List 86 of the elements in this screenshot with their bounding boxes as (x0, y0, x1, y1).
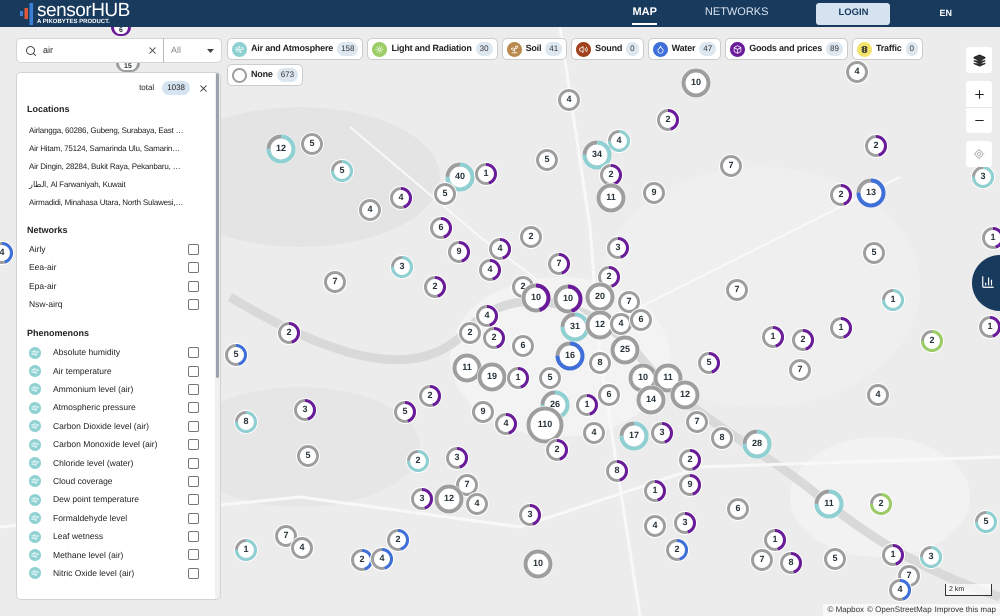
wind-icon (29, 512, 41, 524)
layers-icon (972, 54, 986, 66)
network-label: Airly (28, 242, 46, 256)
category-chip[interactable]: Sound 0 (571, 38, 644, 60)
phenomenon-label: Leaf wetness (53, 530, 104, 543)
caret-icon (207, 48, 214, 52)
phenomenon-label: Formaldehyde level (53, 512, 128, 525)
checkbox[interactable] (188, 512, 199, 524)
wind-icon (29, 365, 41, 378)
checkbox[interactable] (188, 476, 199, 487)
wind-icon (29, 530, 41, 543)
phenomenon-label: Carbon Dioxide level (air) (53, 420, 150, 433)
login-button[interactable]: LOGIN (816, 2, 890, 24)
location-item[interactable]: Air Hitam, 75124, Samarinda Ulu, Samarin… (27, 140, 209, 158)
checkbox[interactable] (188, 531, 199, 542)
checkbox[interactable] (188, 347, 199, 358)
category-chip[interactable]: Water 47 (648, 38, 722, 60)
category-chip[interactable]: Light and Radiation 30 (367, 38, 498, 60)
checkbox[interactable] (188, 494, 199, 506)
wind-icon (29, 438, 41, 451)
nav-link[interactable]: MAP (632, 2, 657, 25)
checkbox[interactable] (188, 299, 199, 310)
phenomenon-label: Methane level (air) (53, 548, 124, 562)
wind-icon (29, 402, 41, 414)
wind-icon (29, 567, 41, 580)
checkbox[interactable] (188, 384, 199, 395)
wind-icon (29, 475, 41, 488)
logo-text: sensorHUB (37, 2, 130, 18)
checkbox[interactable] (188, 458, 199, 469)
attribution-link[interactable]: © OpenStreetMap (867, 604, 932, 616)
location-item[interactable]: Airmadidi, Minahasa Utara, North Sulawesi,… (27, 194, 209, 212)
checkbox[interactable] (188, 262, 199, 274)
logo-icon (20, 2, 34, 24)
locate-icon (973, 148, 985, 160)
phenomenon-label: Cloud coverage (53, 475, 114, 488)
total-label: total (139, 82, 154, 94)
section-heading: Locations (27, 103, 71, 116)
phenomenon-label: Chloride level (water) (53, 456, 134, 470)
wind-icon (29, 457, 41, 470)
location-item[interactable]: الطار, Al Farwaniyah, Kuwait (27, 176, 209, 194)
phenomenon-label: Carbon Monoxide level (air) (53, 438, 158, 452)
total-count: 1038 (162, 81, 190, 95)
wind-icon (29, 346, 41, 359)
nav-link[interactable]: NETWORKS (704, 2, 768, 25)
wind-icon (29, 383, 41, 396)
plus-icon (972, 88, 986, 100)
category-chip[interactable]: Air and Atmosphere 158 (227, 38, 364, 60)
close-icon[interactable] (198, 82, 209, 94)
clear-icon[interactable] (147, 45, 158, 56)
section-heading: Phenomenons (27, 327, 90, 340)
network-label: Nsw-airq (28, 298, 63, 312)
bar-chart-icon (981, 275, 995, 289)
phenomenon-label: Dew point temperature (53, 493, 140, 506)
checkbox[interactable] (188, 439, 199, 450)
phenomenon-label: Nitric Oxide level (air) (53, 567, 136, 580)
wind-icon (29, 494, 41, 506)
attribution-link[interactable]: Improve this map (934, 604, 996, 616)
network-label: Eea-air (28, 261, 56, 274)
phenomenon-label: Atmospheric pressure (53, 401, 137, 414)
checkbox[interactable] (188, 568, 199, 579)
scrollbar-thumb[interactable] (216, 73, 219, 378)
location-item[interactable]: Airlangga, 60286, Gubeng, Surabaya, East … (27, 122, 209, 140)
scope-select[interactable]: All (164, 39, 221, 62)
phenomenon-label: Absolute humidity (53, 346, 122, 360)
checkbox[interactable] (188, 420, 199, 432)
layers-button[interactable] (966, 47, 992, 73)
category-chip[interactable]: Goods and prices 89 (725, 38, 848, 60)
category-chip[interactable]: Traffic 0 (852, 38, 923, 60)
checkbox[interactable] (188, 244, 199, 255)
phenomenon-label: Air temperature (53, 364, 113, 378)
checkbox[interactable] (188, 549, 199, 560)
language-selector[interactable]: EN (939, 6, 952, 20)
wind-icon (29, 420, 41, 432)
checkbox[interactable] (188, 366, 199, 377)
search-field[interactable]: air (43, 44, 123, 58)
location-item[interactable]: Air Dingin, 28284, Bukit Raya, Pekanbaru, … (27, 158, 209, 176)
checkbox[interactable] (188, 402, 199, 414)
checkbox[interactable] (188, 280, 199, 292)
category-chip[interactable]: None 673 (227, 64, 304, 86)
attribution-link[interactable]: © Mapbox (827, 604, 864, 616)
category-chip[interactable]: Soil 41 (502, 38, 568, 60)
phenomenon-label: Ammonium level (air) (53, 383, 134, 396)
section-heading: Networks (27, 224, 69, 236)
network-label: Epa-air (28, 280, 56, 293)
wind-icon (29, 548, 41, 561)
search-icon (25, 44, 37, 56)
